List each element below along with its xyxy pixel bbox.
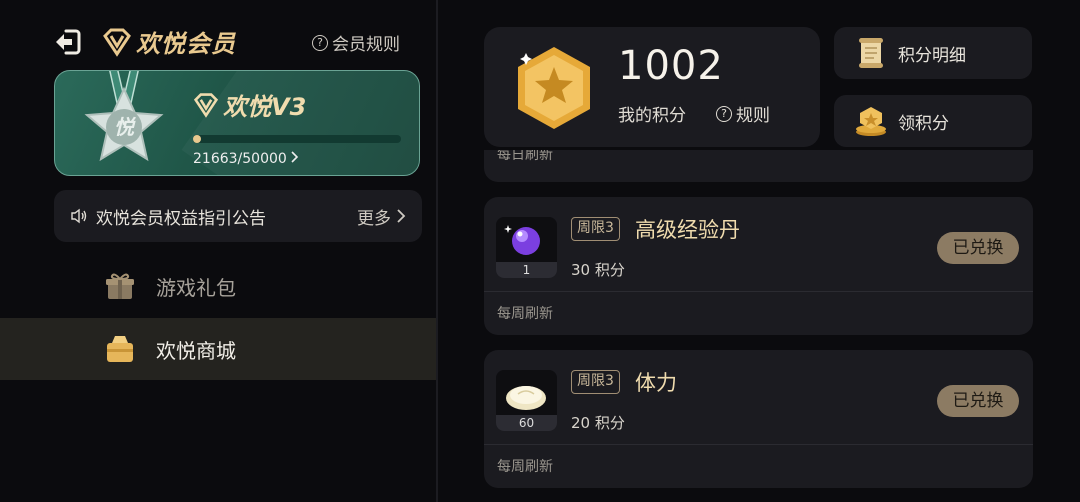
- item-quantity: 60: [496, 415, 557, 431]
- list-item: 每日刷新: [484, 150, 1033, 182]
- question-icon: ?: [312, 34, 328, 51]
- item-name: 高级经验丹: [635, 218, 740, 242]
- points-label: 我的积分: [618, 106, 686, 126]
- level-card[interactable]: 悦 欢悦V3 21663/50000: [54, 70, 420, 176]
- limit-tag: 周限3: [571, 370, 620, 394]
- level-name: 欢悦V3: [193, 87, 306, 122]
- medal-icon: 悦: [79, 71, 169, 173]
- level-progress-text[interactable]: 21663/50000: [193, 151, 299, 167]
- item-thumbnail: 1: [496, 217, 557, 278]
- gift-box-icon: [104, 270, 136, 302]
- level-progress-bar: [193, 135, 401, 143]
- refresh-text: 每周刷新: [497, 459, 553, 475]
- divider: [484, 291, 1033, 292]
- points-badge-icon: [514, 45, 594, 131]
- speaker-icon: [70, 207, 88, 225]
- points-rules-link[interactable]: ? 规则: [716, 101, 770, 126]
- nav-item-shop[interactable]: 欢悦商城: [0, 318, 436, 380]
- back-arrow-icon[interactable]: [52, 26, 84, 58]
- item-thumbnail: 60: [496, 370, 557, 431]
- header: 欢悦会员 ? 会员规则: [0, 0, 436, 70]
- shop-bag-icon: [104, 333, 136, 365]
- limit-tag: 周限3: [571, 217, 620, 241]
- item-cost: 20 积分: [571, 414, 625, 432]
- points-value: 1002: [618, 43, 724, 89]
- chevron-right-icon: [291, 151, 299, 167]
- brand-diamond-icon: [102, 27, 132, 57]
- question-icon: ?: [716, 105, 732, 122]
- announcement-text: 欢悦会员权益指引公告: [96, 208, 266, 229]
- refresh-text: 每周刷新: [497, 306, 553, 322]
- coin-stack-icon: [854, 104, 888, 138]
- divider: [484, 444, 1033, 445]
- points-detail-button[interactable]: 积分明细: [834, 27, 1032, 79]
- left-panel: 欢悦会员 ? 会员规则 悦 欢悦V3 21663/50000 欢悦会员权益指引公…: [0, 0, 436, 502]
- level-name-text: 欢悦V3: [223, 93, 307, 121]
- points-detail-label: 积分明细: [898, 45, 966, 66]
- medal-char: 悦: [114, 115, 137, 139]
- list-item: 1 周限3 高级经验丹 30 积分 已兑换 每周刷新: [484, 197, 1033, 335]
- redeemed-button[interactable]: 已兑换: [937, 385, 1019, 417]
- level-diamond-icon: [193, 92, 219, 118]
- scroll-icon: [854, 36, 888, 70]
- steamed-bun-icon: [506, 386, 546, 410]
- redeemed-button[interactable]: 已兑换: [937, 232, 1019, 264]
- panel-divider: [436, 0, 438, 502]
- member-rules-link[interactable]: ? 会员规则: [312, 30, 400, 55]
- nav-label-shop: 欢悦商城: [156, 338, 236, 363]
- earn-points-label: 领积分: [898, 113, 949, 134]
- list-item: 60 周限3 体力 20 积分 已兑换 每周刷新: [484, 350, 1033, 488]
- refresh-text: 每日刷新: [497, 150, 553, 163]
- nav-label-game-gift: 游戏礼包: [156, 275, 236, 300]
- level-progress-fill: [193, 135, 202, 143]
- earn-points-button[interactable]: 领积分: [834, 95, 1032, 147]
- more-link[interactable]: 更多: [357, 204, 406, 229]
- item-cost: 30 积分: [571, 261, 625, 279]
- item-name: 体力: [635, 371, 677, 395]
- purple-orb-icon: [504, 225, 540, 255]
- progress-value: 21663/50000: [193, 151, 287, 167]
- points-card: 1002 我的积分 ? 规则: [484, 27, 820, 147]
- nav-item-game-gift[interactable]: 游戏礼包: [0, 255, 436, 317]
- more-label: 更多: [357, 208, 391, 229]
- points-rules-label: 规则: [736, 106, 770, 126]
- member-rules-label: 会员规则: [332, 35, 400, 55]
- announcement-bar[interactable]: 欢悦会员权益指引公告 更多: [54, 190, 422, 242]
- page-title: 欢悦会员: [136, 30, 236, 58]
- item-quantity: 1: [496, 262, 557, 278]
- chevron-right-icon: [397, 209, 406, 223]
